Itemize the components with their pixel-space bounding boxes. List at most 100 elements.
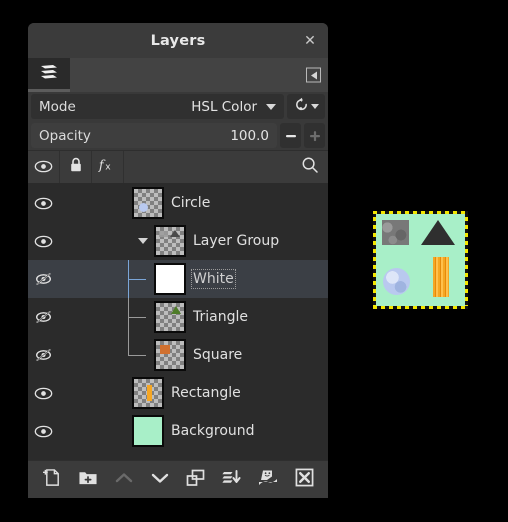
layer-indent bbox=[121, 260, 154, 298]
layer-name[interactable]: Rectangle bbox=[171, 385, 241, 401]
search-icon bbox=[301, 156, 319, 178]
layer-row-background[interactable]: Background bbox=[28, 412, 328, 450]
layer-thumbnail bbox=[154, 263, 186, 295]
layer-thumbnail-wrap bbox=[154, 339, 186, 371]
layer-row-circle[interactable]: Circle bbox=[28, 184, 328, 222]
tab-menu-icon[interactable] bbox=[306, 67, 321, 83]
layer-name[interactable]: Circle bbox=[171, 195, 210, 211]
canvas-shape-square bbox=[382, 220, 409, 245]
fx-icon: f x bbox=[97, 157, 118, 177]
opacity-label: Opacity bbox=[39, 127, 91, 144]
layer-name[interactable]: White bbox=[191, 269, 236, 289]
layers-stack-icon bbox=[38, 62, 60, 86]
new-layer-button[interactable] bbox=[34, 464, 70, 496]
lower-layer-button[interactable] bbox=[142, 464, 178, 496]
layer-list-header-spacer bbox=[124, 151, 292, 183]
lock-column-header[interactable] bbox=[60, 151, 92, 183]
layer-row-triangle[interactable]: Triangle bbox=[28, 298, 328, 336]
effects-column-header[interactable]: f x bbox=[92, 151, 124, 183]
layer-indent bbox=[121, 222, 132, 260]
layer-list-header: f x bbox=[28, 150, 328, 183]
layer-thumbnail-wrap bbox=[154, 263, 186, 295]
opacity-increment-button[interactable] bbox=[304, 123, 325, 148]
layer-indent bbox=[121, 336, 154, 374]
visibility-column-header[interactable] bbox=[28, 151, 60, 183]
opacity-row: Opacity 100.0 bbox=[28, 121, 328, 150]
panel-titlebar: Layers ✕ bbox=[28, 23, 328, 58]
search-layers-button[interactable] bbox=[292, 151, 328, 183]
layer-row-white[interactable]: White bbox=[28, 260, 328, 298]
layer-name[interactable]: Triangle bbox=[193, 309, 248, 325]
mode-label: Mode bbox=[39, 98, 76, 115]
canvas-shape-circle bbox=[383, 268, 410, 295]
layer-thumbnail-wrap bbox=[132, 377, 164, 409]
duplicate-layer-button[interactable] bbox=[178, 464, 214, 496]
duplicate-icon bbox=[186, 469, 206, 491]
canvas-inner bbox=[376, 214, 465, 306]
delete-x-icon bbox=[295, 468, 314, 491]
opacity-value: 100.0 bbox=[230, 127, 269, 144]
anchor-layer-button[interactable] bbox=[250, 464, 286, 496]
layer-name[interactable]: Background bbox=[171, 423, 255, 439]
canvas-shape-triangle bbox=[421, 220, 455, 245]
mode-reset-button[interactable] bbox=[287, 94, 325, 119]
eye-icon[interactable] bbox=[28, 197, 59, 210]
layer-indent bbox=[121, 374, 132, 412]
chevron-down-icon bbox=[266, 103, 276, 110]
layers-dockable-panel: Layers ✕ Mode HSL Color Opacity 100.0 f … bbox=[28, 23, 328, 498]
tabstrip-spacer bbox=[70, 58, 328, 92]
raise-layer-button bbox=[106, 464, 142, 496]
layer-indent bbox=[121, 184, 132, 222]
layer-thumbnail bbox=[154, 225, 186, 257]
group-expander-icon[interactable] bbox=[132, 238, 154, 244]
chevron-up-icon bbox=[114, 470, 134, 489]
canvas-shape-rectangle bbox=[433, 257, 449, 297]
mode-dropdown[interactable]: Mode HSL Color bbox=[31, 94, 284, 119]
layer-thumbnail bbox=[154, 301, 186, 333]
triangle-left-glyph bbox=[310, 71, 317, 79]
new-layer-icon bbox=[42, 468, 62, 491]
eye-hidden-icon[interactable] bbox=[28, 348, 59, 362]
tab-layers[interactable] bbox=[28, 58, 70, 92]
layer-name[interactable]: Layer Group bbox=[193, 233, 279, 249]
opacity-decrement-button[interactable] bbox=[280, 123, 301, 148]
layer-name[interactable]: Square bbox=[193, 347, 242, 363]
layer-row-rectangle[interactable]: Rectangle bbox=[28, 374, 328, 412]
layer-thumbnail bbox=[132, 415, 164, 447]
chevron-down-icon bbox=[150, 470, 170, 489]
canvas-preview[interactable] bbox=[373, 211, 468, 309]
reset-arrow-icon bbox=[294, 97, 309, 116]
layers-bottom-toolbar bbox=[28, 460, 328, 498]
mode-row: Mode HSL Color bbox=[28, 92, 328, 121]
new-group-icon bbox=[78, 468, 98, 491]
eye-icon[interactable] bbox=[28, 235, 59, 248]
anchor-mask-icon bbox=[258, 469, 278, 491]
chevron-down-icon bbox=[138, 238, 148, 244]
layer-thumbnail bbox=[154, 339, 186, 371]
svg-text:x: x bbox=[105, 163, 111, 173]
eye-icon[interactable] bbox=[28, 425, 59, 438]
delete-layer-button[interactable] bbox=[286, 464, 322, 496]
eye-hidden-icon[interactable] bbox=[28, 310, 59, 324]
eye-icon[interactable] bbox=[28, 387, 59, 400]
chevron-down-icon bbox=[310, 104, 319, 109]
eye-icon bbox=[34, 158, 53, 177]
layer-list[interactable]: Circle Layer Group White Triangle Square Rect… bbox=[28, 183, 328, 460]
merge-down-button[interactable] bbox=[214, 464, 250, 496]
opacity-slider[interactable]: Opacity 100.0 bbox=[31, 123, 277, 148]
merge-down-icon bbox=[222, 469, 242, 491]
new-layer-group-button[interactable] bbox=[70, 464, 106, 496]
layer-thumbnail-wrap bbox=[132, 415, 164, 447]
eye-hidden-icon[interactable] bbox=[28, 272, 59, 286]
layer-indent bbox=[121, 298, 154, 336]
close-icon[interactable]: ✕ bbox=[301, 32, 319, 50]
panel-title: Layers bbox=[150, 32, 206, 49]
lock-icon bbox=[69, 157, 83, 177]
layer-row-square[interactable]: Square bbox=[28, 336, 328, 374]
mode-value: HSL Color bbox=[191, 98, 257, 115]
layer-row-layer-group[interactable]: Layer Group bbox=[28, 222, 328, 260]
layer-thumbnail-wrap bbox=[154, 225, 186, 257]
layer-thumbnail bbox=[132, 187, 164, 219]
layer-thumbnail bbox=[132, 377, 164, 409]
layer-indent bbox=[121, 412, 132, 450]
